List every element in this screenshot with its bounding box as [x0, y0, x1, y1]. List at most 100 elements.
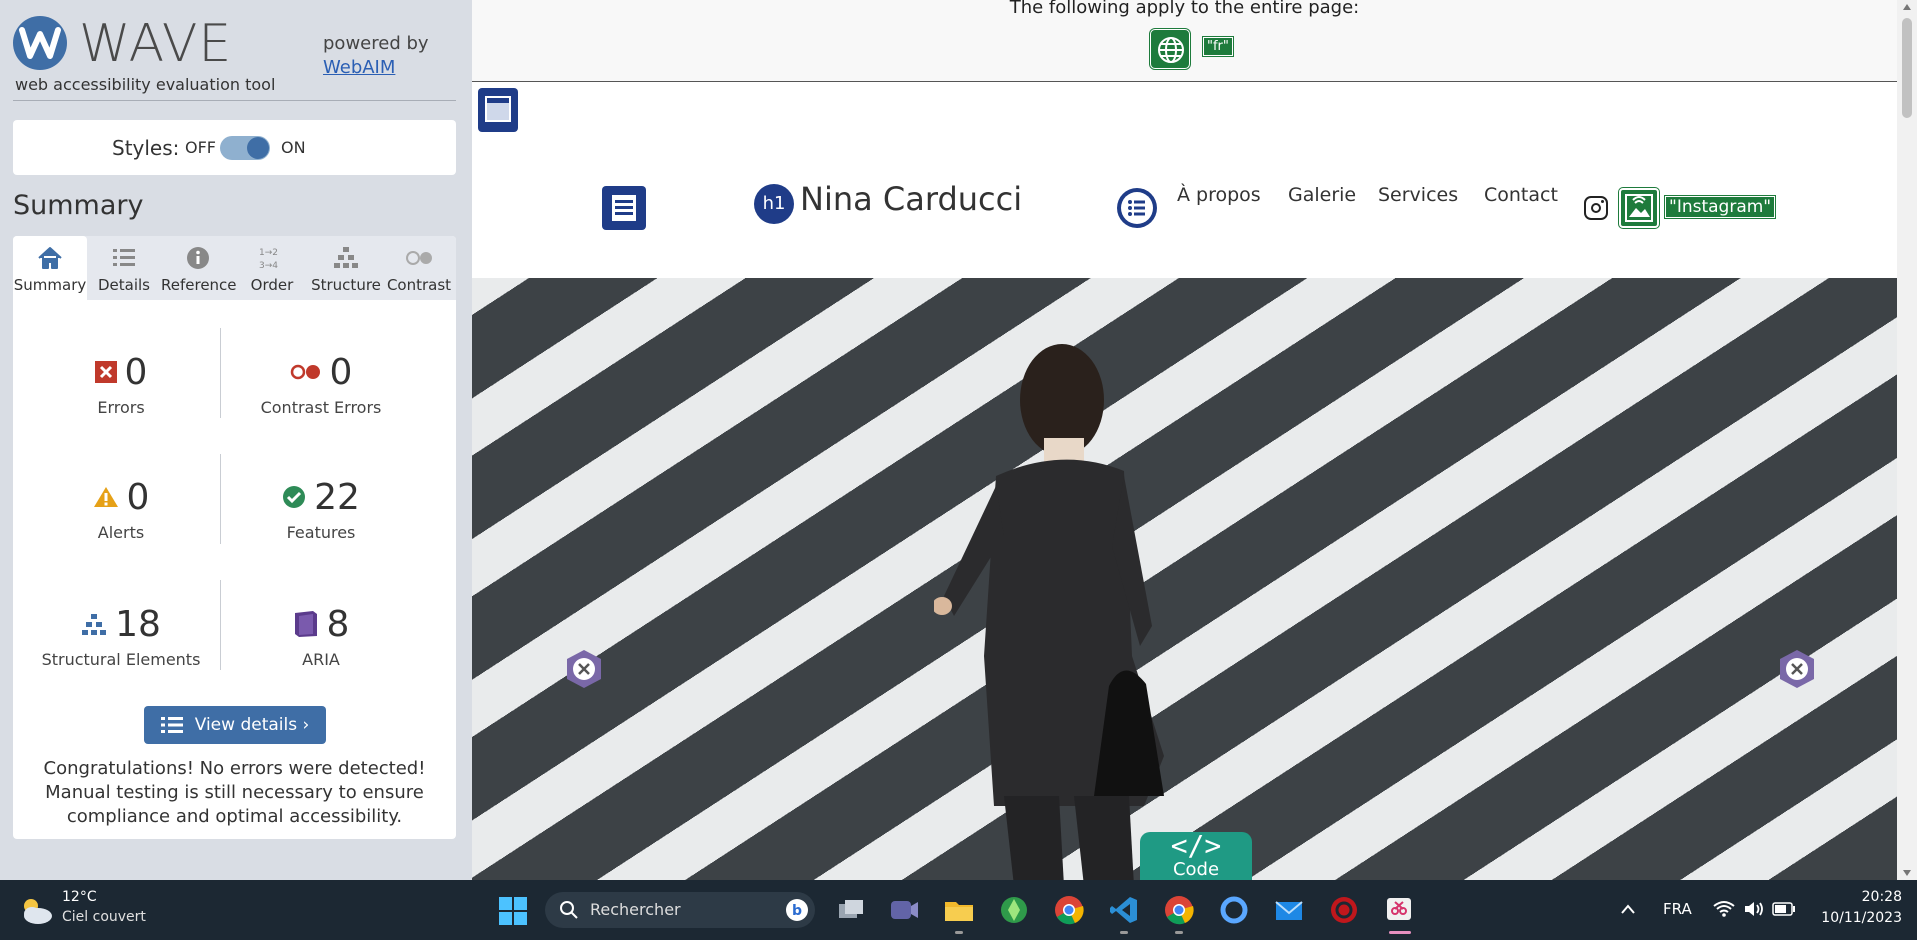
- structural-count: 18: [115, 603, 161, 645]
- wave-tagline: web accessibility evaluation tool: [15, 75, 276, 94]
- wave-header: WAVE web accessibility evaluation tool p…: [0, 0, 472, 101]
- cortana-ring-icon[interactable]: [1218, 894, 1250, 926]
- navigation-region-icon[interactable]: [602, 186, 646, 230]
- businessman-figure: [934, 344, 1164, 880]
- stat-errors[interactable]: 0 Errors: [21, 350, 221, 417]
- taskbar-search-box[interactable]: Rechercher b: [545, 892, 815, 928]
- structural-label: Structural Elements: [41, 650, 201, 669]
- aria-label: ARIA: [302, 650, 340, 669]
- snipping-tool-icon[interactable]: [1383, 894, 1415, 926]
- instagram-dot: [1601, 200, 1604, 203]
- clock-date[interactable]: 10/11/2023: [1812, 910, 1902, 926]
- code-toggle-button[interactable]: </> Code: [1140, 832, 1252, 880]
- header-region-icon[interactable]: [478, 88, 518, 132]
- bing-icon: b: [786, 899, 808, 921]
- instagram-lens: [1591, 203, 1601, 213]
- nav-link-contact[interactable]: Contact: [1484, 184, 1558, 206]
- contrast-errors-count: 0: [329, 351, 353, 393]
- language-code-badge[interactable]: "fr": [1203, 37, 1233, 56]
- error-icon: [94, 361, 117, 383]
- stat-aria[interactable]: 8 ARIA: [221, 602, 421, 669]
- security-app-icon[interactable]: [1328, 894, 1360, 926]
- weather-description[interactable]: Ciel couvert: [62, 909, 146, 925]
- chrome-profile-icon[interactable]: [1163, 894, 1195, 926]
- teams-meet-icon[interactable]: [888, 894, 920, 926]
- scroll-up-arrow-icon[interactable]: [1903, 4, 1911, 10]
- tab-order[interactable]: 1→2 3→4 Order: [235, 236, 309, 300]
- carousel-next-control-icon[interactable]: [1777, 648, 1817, 690]
- evaluated-page: The following apply to the entire page: …: [472, 0, 1897, 880]
- clock-time[interactable]: 20:28: [1832, 889, 1902, 905]
- home-icon: [35, 244, 65, 272]
- styles-toggle-switch[interactable]: [220, 136, 270, 160]
- feature-check-icon: [283, 486, 306, 508]
- vscode-icon[interactable]: [1108, 894, 1140, 926]
- errors-count: 0: [124, 351, 148, 393]
- cloudy-weather-icon[interactable]: [18, 894, 54, 926]
- running-indicator: [1120, 931, 1128, 934]
- list-icon: [109, 244, 139, 272]
- wave-logo-icon: [13, 16, 67, 70]
- tab-structure[interactable]: Structure: [309, 236, 383, 300]
- file-explorer-icon[interactable]: [943, 894, 975, 926]
- view-details-button[interactable]: View details ›: [144, 706, 326, 744]
- summary-panel: Summary Details Reference 1→23→4 Order: [13, 236, 456, 839]
- tab-details-label: Details: [97, 276, 150, 294]
- instagram-alt-text[interactable]: "Instagram": [1665, 196, 1776, 218]
- stat-alerts[interactable]: 0 Alerts: [21, 475, 221, 542]
- aria-icon: [294, 611, 317, 637]
- wave-sidebar: WAVE web accessibility evaluation tool p…: [0, 0, 472, 880]
- nav-link-a-propos[interactable]: À propos: [1177, 184, 1261, 206]
- start-tile: [499, 912, 512, 925]
- tab-reference[interactable]: Reference: [161, 236, 237, 300]
- summary-heading: Summary: [13, 190, 144, 221]
- powered-by: powered by WebAIM: [323, 32, 429, 80]
- search-icon: [560, 901, 578, 919]
- nav-link-galerie[interactable]: Galerie: [1288, 184, 1356, 206]
- instagram-icon[interactable]: [1584, 196, 1608, 220]
- mail-icon[interactable]: [1273, 894, 1305, 926]
- carousel-prev-control-icon[interactable]: [564, 648, 604, 690]
- chrome-icon[interactable]: [1053, 894, 1085, 926]
- stat-structural[interactable]: 18 Structural Elements: [21, 602, 221, 670]
- tab-structure-label: Structure: [311, 276, 381, 294]
- nav-link-services[interactable]: Services: [1378, 184, 1458, 206]
- toggle-knob: [247, 137, 269, 159]
- page-scrollbar[interactable]: [1897, 0, 1917, 880]
- styles-toggle-box: Styles: OFF ON: [13, 120, 456, 175]
- tab-order-label: Order: [250, 276, 294, 294]
- linked-image-alt-icon[interactable]: [1619, 188, 1659, 228]
- scroll-down-arrow-icon[interactable]: [1903, 870, 1911, 876]
- task-view-icon[interactable]: [835, 894, 867, 926]
- tab-contrast[interactable]: Contrast: [382, 236, 456, 300]
- webaim-link[interactable]: WebAIM: [323, 57, 395, 78]
- battery-icon[interactable]: [1772, 902, 1796, 916]
- language-globe-icon[interactable]: [1150, 29, 1190, 69]
- windows-start-button[interactable]: [499, 897, 527, 925]
- weather-temperature[interactable]: 12°C: [62, 889, 97, 905]
- styles-label: Styles:: [112, 136, 180, 160]
- tab-summary[interactable]: Summary: [13, 236, 87, 300]
- stat-features[interactable]: 22 Features: [221, 475, 421, 542]
- input-language[interactable]: FRA: [1663, 900, 1692, 918]
- alert-icon: [93, 487, 118, 507]
- search-placeholder: Rechercher: [590, 900, 681, 919]
- stat-contrast-errors[interactable]: 0 Contrast Errors: [221, 350, 421, 418]
- code-label: Code: [1172, 859, 1220, 880]
- header-divider: [13, 100, 456, 101]
- h1-heading-icon[interactable]: h1: [754, 184, 794, 224]
- page-note-text: The following apply to the entire page:: [1009, 0, 1360, 18]
- wifi-icon[interactable]: [1713, 900, 1735, 918]
- volume-icon[interactable]: [1743, 900, 1765, 918]
- alerts-label: Alerts: [97, 523, 145, 542]
- start-tile: [499, 897, 512, 910]
- scroll-thumb[interactable]: [1902, 18, 1912, 118]
- site-title: Nina Carducci: [800, 180, 1023, 218]
- alerts-count: 0: [126, 476, 150, 518]
- tray-chevron-up-icon[interactable]: [1621, 904, 1635, 914]
- code-icon: </>: [1170, 829, 1222, 862]
- tab-details[interactable]: Details: [87, 236, 161, 300]
- tab-contrast-label: Contrast: [386, 276, 452, 294]
- sims-plumbob-icon[interactable]: [998, 894, 1030, 926]
- list-structure-icon[interactable]: [1117, 188, 1157, 228]
